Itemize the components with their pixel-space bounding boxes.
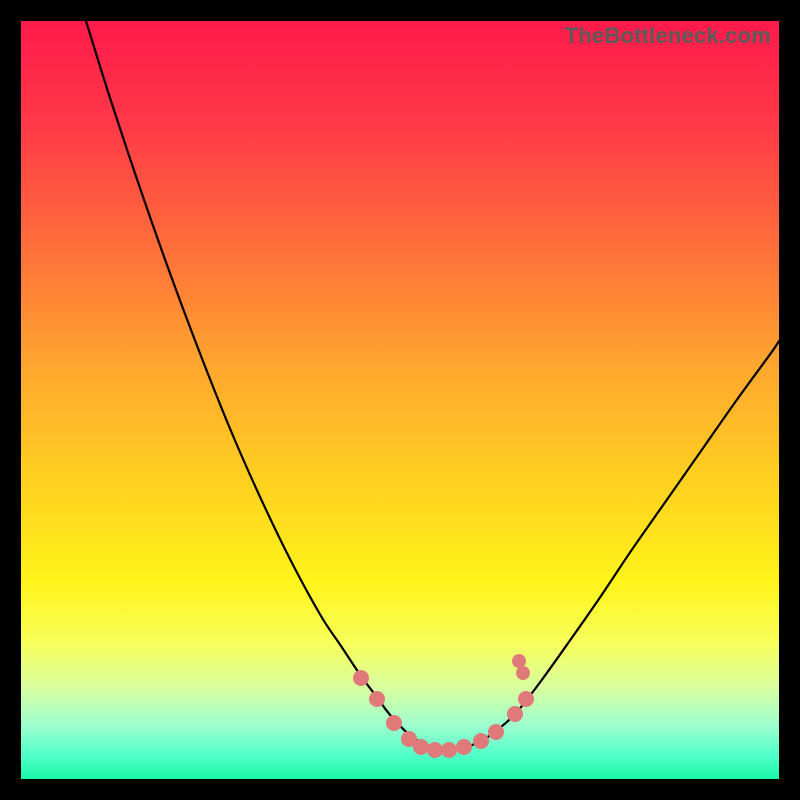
marker-dot bbox=[518, 691, 534, 707]
marker-dot bbox=[512, 654, 526, 668]
chart-frame: TheBottleneck.com bbox=[21, 21, 779, 779]
watermark-text: TheBottleneck.com bbox=[565, 23, 771, 49]
bottleneck-chart bbox=[21, 21, 779, 779]
marker-dot bbox=[369, 691, 385, 707]
marker-dot bbox=[441, 742, 457, 758]
marker-dot bbox=[473, 733, 489, 749]
marker-dot bbox=[427, 742, 443, 758]
marker-dot bbox=[413, 739, 429, 755]
marker-dot bbox=[386, 715, 402, 731]
marker-dot bbox=[488, 724, 504, 740]
marker-dot bbox=[507, 706, 523, 722]
marker-dot bbox=[353, 670, 369, 686]
marker-dot bbox=[516, 666, 530, 680]
marker-dot bbox=[456, 739, 472, 755]
gradient-background bbox=[21, 21, 779, 779]
